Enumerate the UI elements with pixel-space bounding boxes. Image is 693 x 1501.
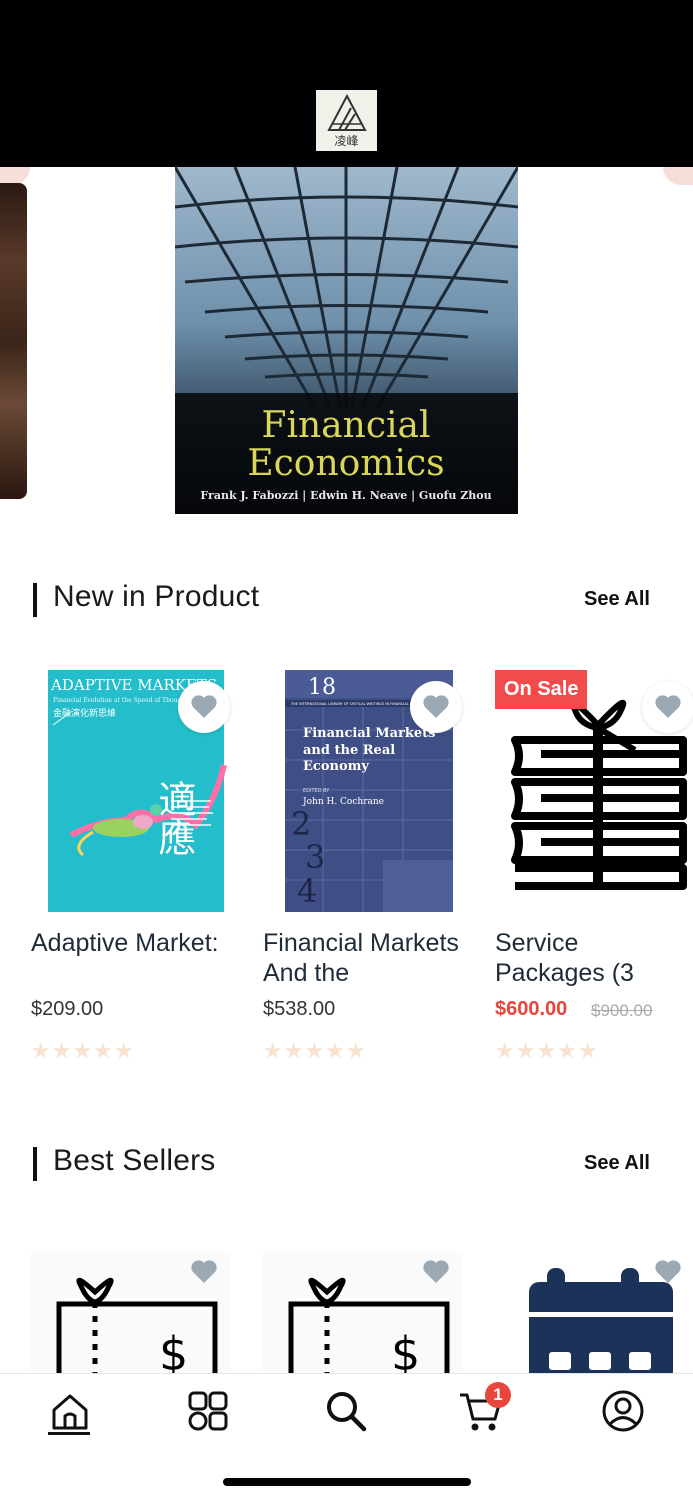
- heart-icon: [655, 1260, 681, 1283]
- banner-book-cover[interactable]: Financial Economics Frank J. Fabozzi | E…: [175, 167, 518, 514]
- cover-number: 18: [308, 675, 336, 700]
- favorite-button[interactable]: [178, 681, 230, 733]
- nav-search[interactable]: [321, 1386, 371, 1436]
- product-price: $209.00: [31, 998, 104, 1020]
- cart-count-badge: 1: [485, 1382, 511, 1408]
- favorite-button[interactable]: [410, 681, 462, 733]
- best-seller-card[interactable]: [495, 1252, 693, 1373]
- banner-book-authors: Frank J. Fabozzi | Edwin H. Neave | Guof…: [200, 489, 491, 502]
- cover-title-3: Economy: [303, 759, 369, 774]
- rating-stars: ★★★★★: [495, 1038, 599, 1063]
- cover-subtitle: Financial Evolution at the Speed of Thou…: [53, 697, 188, 704]
- product-original-price: $900.00: [591, 1001, 653, 1020]
- section-title: New in Product: [53, 580, 260, 613]
- active-tab-indicator: [48, 1432, 90, 1435]
- profile-icon: [602, 1390, 644, 1432]
- section-best-sellers: Best Sellers See All: [33, 1144, 653, 1184]
- banner-book-title-1: Financial: [262, 405, 431, 446]
- best-seller-card[interactable]: $: [263, 1252, 463, 1373]
- cover-title-2: and the Real: [303, 743, 395, 758]
- store-logo[interactable]: 凌峰: [316, 90, 377, 151]
- section-accent-bar: [33, 1147, 37, 1181]
- product-sale-price: $600.00: [495, 998, 568, 1020]
- dollar-sign: $: [159, 1327, 188, 1373]
- section-accent-bar: [33, 583, 37, 617]
- nav-categories[interactable]: [183, 1386, 233, 1436]
- heart-icon: [423, 695, 449, 718]
- product-price: $538.00: [263, 998, 336, 1020]
- heart-icon: [423, 1260, 449, 1283]
- rating-stars: ★★★★★: [31, 1038, 135, 1063]
- product-name[interactable]: Financial Markets And the: [263, 928, 478, 988]
- on-sale-badge: On Sale: [495, 670, 588, 709]
- product-name[interactable]: Service Packages (3: [495, 928, 693, 988]
- search-icon: [327, 1392, 367, 1432]
- section-new-in-product: New in Product See All: [33, 580, 653, 620]
- product-name[interactable]: Adaptive Market:: [31, 928, 246, 958]
- home-icon: [52, 1394, 88, 1430]
- dollar-sign: $: [391, 1327, 420, 1373]
- cover-editor: John H. Cochrane: [302, 797, 384, 807]
- cover-editor-label: EDITED BY: [303, 788, 330, 794]
- home-indicator[interactable]: [223, 1478, 471, 1486]
- favorite-button[interactable]: [642, 1252, 693, 1298]
- heart-icon: [191, 695, 217, 718]
- favorite-button[interactable]: [642, 681, 693, 733]
- nav-profile[interactable]: [598, 1386, 648, 1436]
- logo-text: 凌峰: [334, 134, 359, 148]
- nav-home[interactable]: [45, 1386, 95, 1436]
- best-seller-card[interactable]: $: [31, 1252, 231, 1373]
- banner-carousel[interactable]: Financial Economics Frank J. Fabozzi | E…: [0, 167, 693, 537]
- see-all-new-products-link[interactable]: See All: [584, 588, 650, 611]
- section-title: Best Sellers: [53, 1144, 216, 1177]
- heart-icon: [191, 1260, 217, 1283]
- rating-stars: ★★★★★: [263, 1038, 367, 1063]
- heart-icon: [655, 695, 681, 718]
- previous-slide-preview[interactable]: [0, 183, 27, 499]
- skyscraper-cover-image: Financial Economics Frank J. Fabozzi | E…: [175, 167, 518, 514]
- svg-text:3: 3: [305, 838, 325, 876]
- logo-mark-icon: [326, 94, 367, 131]
- banner-book-title-2: Economics: [247, 443, 444, 484]
- cover-cn: 金融演化新思維: [53, 707, 116, 719]
- see-all-best-sellers-link[interactable]: See All: [584, 1152, 650, 1175]
- svg-text:4: 4: [297, 872, 317, 910]
- top-bar: 凌峰: [0, 0, 693, 167]
- cover-title: Financial Markets: [303, 726, 436, 741]
- banner-decoration: [663, 167, 693, 185]
- categories-icon: [188, 1391, 228, 1431]
